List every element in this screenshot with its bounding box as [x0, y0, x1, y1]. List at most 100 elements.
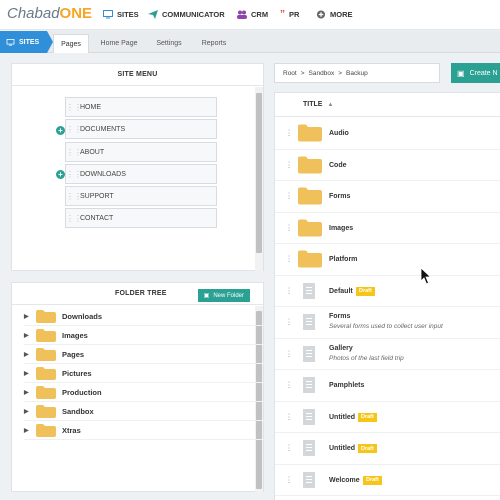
breadcrumb-root[interactable]: Root — [283, 70, 297, 77]
expand-arrow-icon[interactable]: ▶ — [24, 389, 36, 396]
expand-arrow-icon[interactable]: ▶ — [24, 427, 36, 434]
folder-tree-item[interactable]: ▶ Pages — [24, 345, 264, 364]
tab-pages[interactable]: Pages — [53, 34, 89, 53]
breadcrumb-sandbox[interactable]: Sandbox — [309, 70, 335, 77]
draft-badge: Draft — [358, 412, 377, 422]
drag-handle-icon[interactable]: ⋮ — [285, 318, 293, 326]
menu-item-support[interactable]: ⋮⋮ SUPPORT — [65, 186, 217, 206]
expand-arrow-icon[interactable]: ▶ — [24, 332, 36, 339]
top-bar: ChabadONE SITES COMMUNICATOR CRM ” PR MO… — [0, 0, 500, 30]
folder-tree-item[interactable]: ▶ Pictures — [24, 364, 264, 383]
drag-handle-icon[interactable]: ⋮ — [285, 350, 293, 358]
expand-arrow-icon[interactable]: ▶ — [24, 351, 36, 358]
drag-grip-icon[interactable]: ⋮⋮ — [66, 192, 82, 201]
folder-row[interactable]: ⋮ Code — [275, 150, 500, 181]
nav-crm[interactable]: CRM — [237, 10, 268, 19]
tab-reports[interactable]: Reports — [196, 34, 232, 53]
new-folder-button[interactable]: ▣ New Folder — [197, 289, 250, 302]
site-menu-scroll-thumb[interactable] — [256, 93, 262, 253]
drag-handle-icon[interactable]: ⋮ — [285, 129, 293, 137]
nav-pr[interactable]: ” PR — [280, 10, 300, 20]
folder-tree-label: Xtras — [62, 425, 81, 435]
title-column-header[interactable]: TITLE — [303, 101, 322, 108]
folder-row[interactable]: ⋮ Images — [275, 213, 500, 244]
menu-item-downloads[interactable]: ⋮⋮ DOWNLOADS — [65, 164, 217, 184]
folder-icon — [298, 124, 322, 142]
expand-arrow-icon[interactable]: ▶ — [24, 313, 36, 320]
row-title: Default — [329, 287, 353, 295]
page-document-icon — [303, 471, 315, 488]
expand-plus-icon[interactable]: + — [56, 170, 65, 179]
breadcrumb-backup[interactable]: Backup — [346, 70, 368, 77]
tab-settings[interactable]: Settings — [150, 34, 188, 53]
expand-plus-icon[interactable]: + — [56, 126, 65, 135]
row-title: Audio — [329, 130, 349, 137]
create-new-button[interactable]: ▣ Create N — [451, 63, 500, 83]
menu-item-contact[interactable]: ⋮⋮ CONTACT — [65, 208, 217, 228]
page-row[interactable]: ⋮ Untitled Draft — [275, 433, 500, 465]
folder-row[interactable]: ⋮ Audio — [275, 118, 500, 150]
folder-tree-item[interactable]: ▶ Production — [24, 383, 264, 402]
chabad-one-logo[interactable]: ChabadONE — [7, 5, 92, 22]
page-row[interactable]: ⋮ Gallery Photos of the last field trip — [275, 339, 500, 370]
nav-communicator[interactable]: COMMUNICATOR — [148, 10, 225, 19]
logo-text-one: ONE — [59, 5, 93, 22]
page-row[interactable]: ⋮ Welcome Draft — [275, 465, 500, 496]
nav-pr-label: PR — [289, 10, 300, 19]
nav-communicator-label: COMMUNICATOR — [162, 10, 225, 19]
drag-grip-icon[interactable]: ⋮⋮ — [66, 125, 82, 134]
drag-grip-icon[interactable]: ⋮⋮ — [66, 170, 82, 179]
sites-button[interactable]: SITES — [0, 31, 53, 53]
sites-button-label: SITES — [19, 38, 40, 46]
page-row[interactable]: ⋮ Untitled Draft — [275, 402, 500, 433]
drag-handle-icon[interactable]: ⋮ — [285, 287, 293, 295]
nav-more[interactable]: MORE — [316, 10, 353, 19]
folder-icon — [36, 366, 56, 380]
drag-handle-icon[interactable]: ⋮ — [285, 161, 293, 169]
site-menu-title: SITE MENU — [12, 64, 263, 86]
drag-grip-icon[interactable]: ⋮⋮ — [66, 148, 82, 157]
nav-sites-label: SITES — [117, 10, 139, 19]
menu-item-about[interactable]: ⋮⋮ ABOUT — [65, 142, 217, 162]
page-row[interactable]: ⋮ Pamphlets — [275, 370, 500, 402]
folder-row[interactable]: ⋮ Forms — [275, 181, 500, 213]
page-document-icon — [303, 282, 315, 299]
expand-arrow-icon[interactable]: ▶ — [24, 370, 36, 377]
folder-tree-item[interactable]: ▶ Downloads — [24, 307, 264, 326]
nav-more-label: MORE — [330, 10, 353, 19]
folder-icon — [298, 187, 322, 205]
row-title: Pamphlets — [329, 382, 365, 389]
drag-handle-icon[interactable]: ⋮ — [285, 192, 293, 200]
create-button-label: Create N — [469, 69, 498, 77]
folder-tree-item[interactable]: ▶ Images — [24, 326, 264, 345]
site-menu-scrollbar[interactable] — [255, 87, 263, 271]
sort-asc-icon[interactable]: ▲ — [327, 102, 333, 108]
row-title: Welcome — [329, 476, 360, 484]
tab-home-page[interactable]: Home Page — [95, 34, 143, 53]
drag-grip-icon[interactable]: ⋮⋮ — [66, 103, 82, 112]
page-document-icon — [303, 314, 315, 331]
folder-tree-item[interactable]: ▶ Sandbox — [24, 402, 264, 421]
drag-handle-icon[interactable]: ⋮ — [285, 476, 293, 484]
drag-handle-icon[interactable]: ⋮ — [285, 224, 293, 232]
folder-row[interactable]: ⋮ Platform — [275, 244, 500, 276]
folder-tree-label: Pages — [62, 349, 85, 359]
page-row[interactable]: ⋮ Default Draft — [275, 276, 500, 307]
menu-item-home[interactable]: ⋮⋮ HOME — [65, 97, 217, 117]
drag-handle-icon[interactable]: ⋮ — [285, 255, 293, 263]
breadcrumb-separator: > — [300, 69, 305, 77]
row-title: Platform — [329, 256, 358, 263]
folder-tree-item[interactable]: ▶ Xtras — [24, 421, 264, 440]
new-folder-icon: ▣ — [203, 293, 210, 299]
nav-sites[interactable]: SITES — [103, 10, 139, 19]
page-row[interactable]: ⋮ Forms Several forms used to collect user… — [275, 307, 500, 339]
menu-item-documents[interactable]: ⋮⋮ DOCUMENTS — [65, 119, 217, 139]
drag-grip-icon[interactable]: ⋮⋮ — [66, 214, 82, 223]
drag-handle-icon[interactable]: ⋮ — [285, 413, 293, 421]
expand-arrow-icon[interactable]: ▶ — [24, 408, 36, 415]
folder-tree-panel: FOLDER TREE ▣ New Folder ▶ Downloads ▶ Imag… — [11, 282, 264, 492]
page-document-icon — [303, 377, 315, 394]
row-title: Forms — [329, 193, 351, 200]
drag-handle-icon[interactable]: ⋮ — [285, 381, 293, 389]
drag-handle-icon[interactable]: ⋮ — [285, 444, 293, 452]
